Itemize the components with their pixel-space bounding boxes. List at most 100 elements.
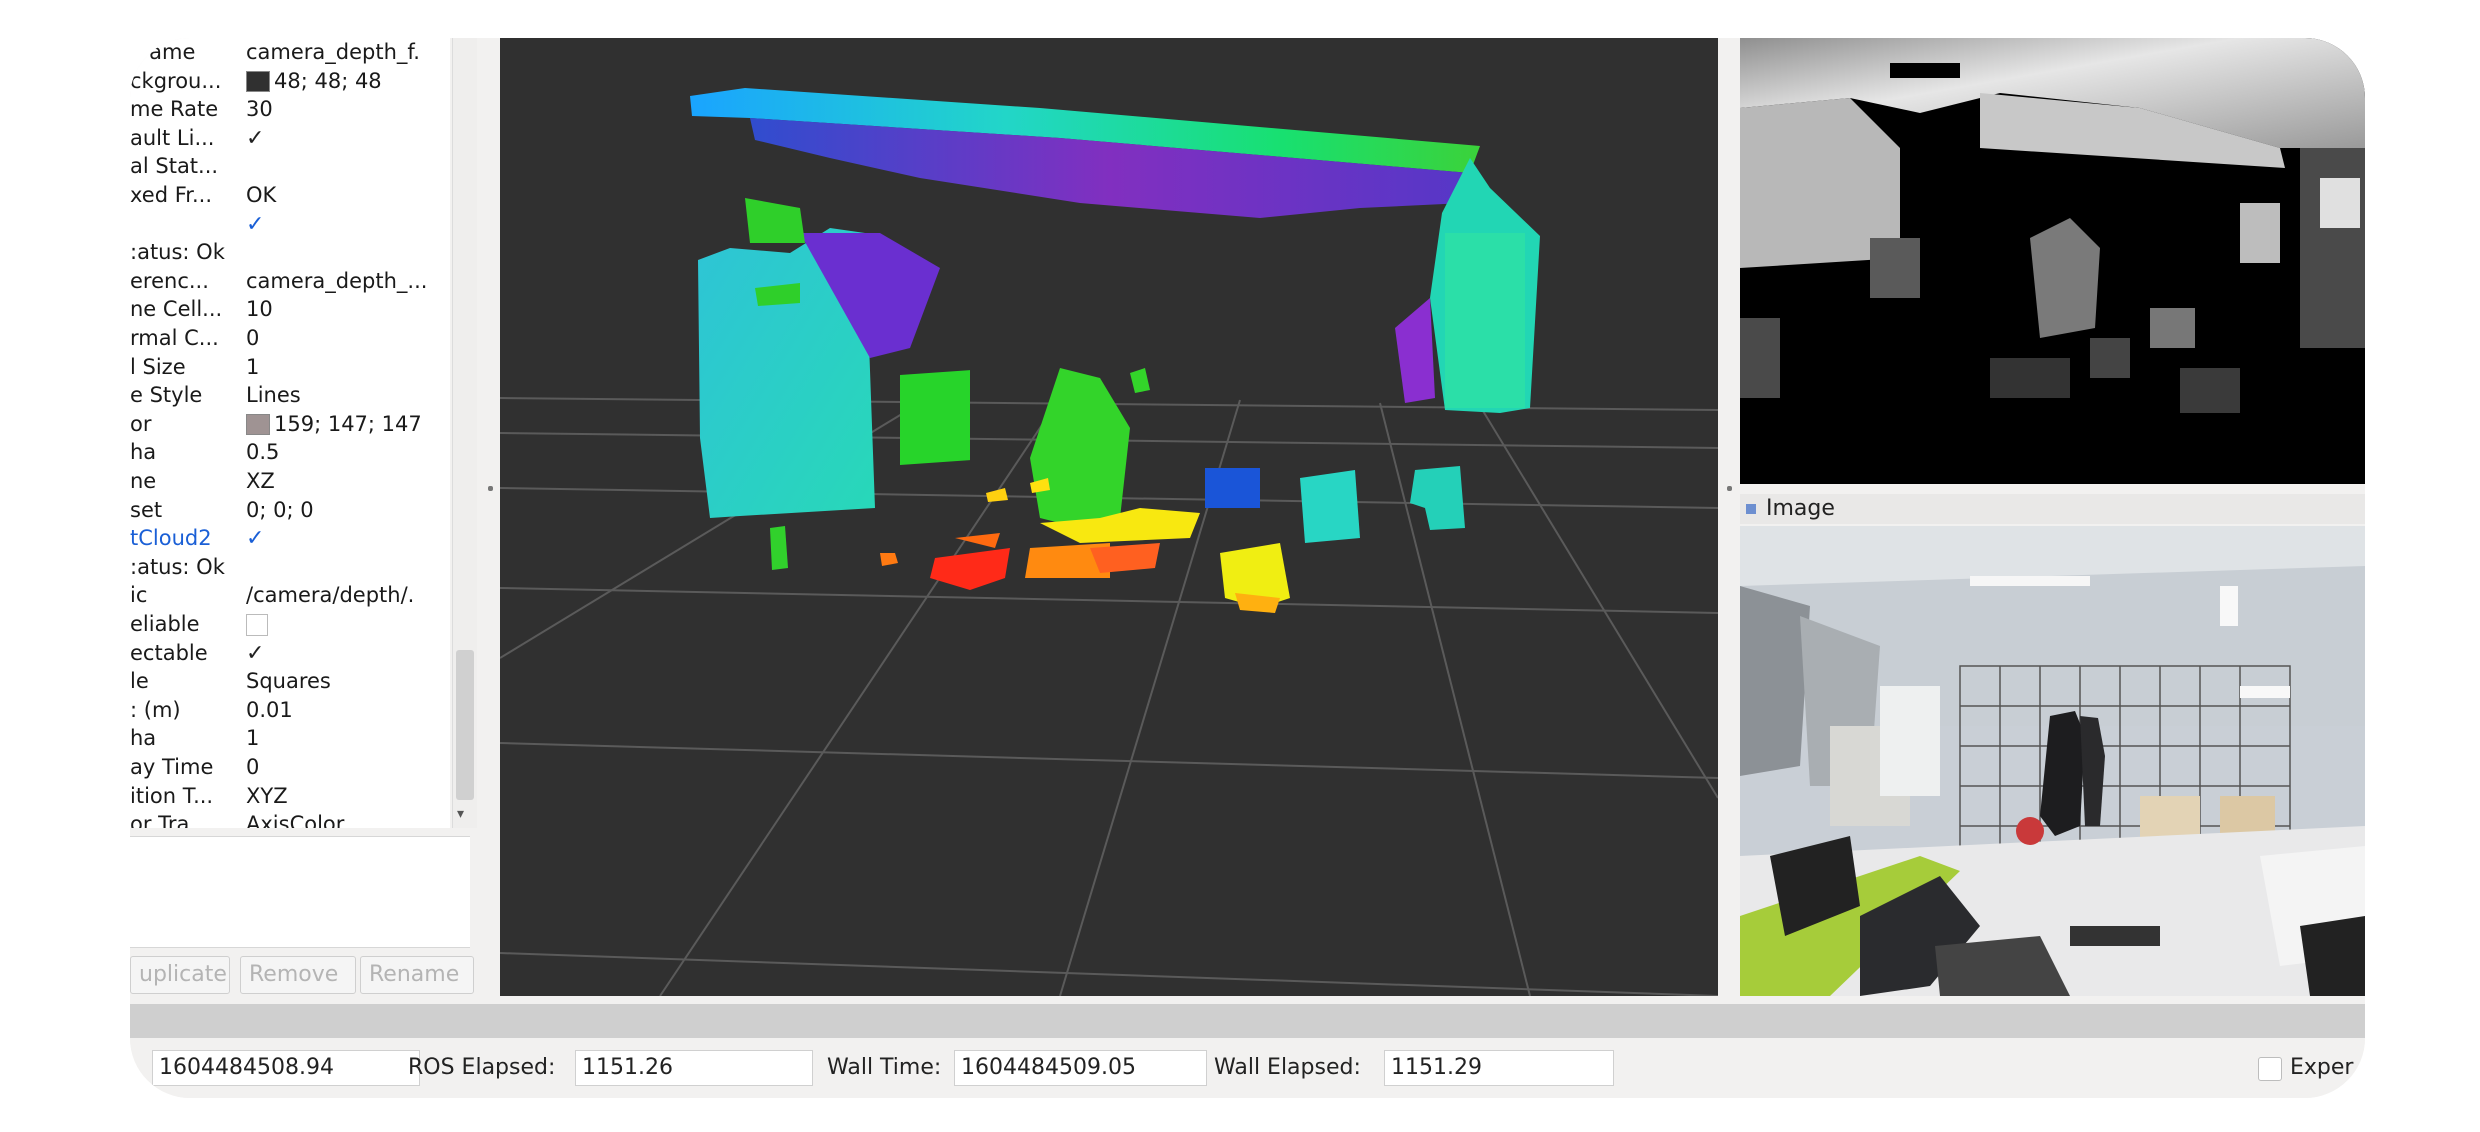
property-value[interactable]: ✓ (246, 210, 446, 238)
property-row[interactable]: ition T... XYZ (130, 782, 450, 810)
property-row[interactable]: le Squares (130, 667, 450, 695)
property-value-text: 0 (246, 326, 260, 350)
image-panel-title: Image (1766, 496, 1835, 521)
property-row[interactable]: rmal C... 0 (130, 324, 450, 352)
rgb-image-panel[interactable] (1740, 526, 2365, 996)
property-value[interactable]: ✓ (246, 124, 446, 152)
property-value[interactable]: 10 (246, 295, 446, 323)
property-key: ay Time (130, 755, 214, 779)
property-key: tCloud2 (130, 526, 212, 551)
property-value[interactable]: Squares (246, 667, 446, 695)
property-value[interactable]: XYZ (246, 782, 446, 810)
property-value[interactable]: camera_depth_... (246, 267, 446, 295)
property-row[interactable]: : (m) 0.01 (130, 696, 450, 724)
property-row[interactable]: ckgrou... 48; 48; 48 (130, 67, 450, 95)
color-swatch[interactable] (246, 414, 270, 436)
property-row[interactable]: ectable ✓ (130, 639, 450, 667)
property-row[interactable]: ne Cell... 10 (130, 295, 450, 323)
scroll-down-arrow-icon[interactable]: ▾ (457, 806, 464, 822)
property-key: ha (130, 726, 157, 751)
property-row[interactable]: ay Time 0 (130, 753, 450, 781)
property-value[interactable]: ✓ (246, 524, 446, 552)
property-value[interactable]: Lines (246, 381, 446, 409)
property-row[interactable]: ne XZ (130, 467, 450, 495)
property-key: ectable (130, 640, 208, 665)
property-row[interactable]: me Rate 30 (130, 95, 450, 123)
checkmark-icon[interactable]: ✓ (246, 213, 268, 236)
property-row[interactable]: l Size 1 (130, 353, 450, 381)
property-value[interactable]: 0; 0; 0 (246, 496, 446, 524)
property-row[interactable]: Frame camera_depth_f. (130, 38, 450, 66)
property-value[interactable]: OK (246, 181, 446, 209)
property-row[interactable]: erenc... camera_depth_... (130, 267, 450, 295)
property-row[interactable]: :atus: Ok (130, 238, 450, 266)
3d-viewport[interactable] (500, 38, 1718, 996)
property-value-text: AxisColor (246, 812, 345, 828)
property-value[interactable]: ✓ (246, 639, 446, 667)
properties-scrollbar[interactable]: ▾ (452, 38, 477, 828)
property-key: al Stat... (130, 154, 219, 179)
property-value[interactable]: /camera/depth/. (246, 581, 446, 609)
property-row[interactable]: or Tra AxisColor (130, 810, 450, 828)
property-key: ckgrou... (130, 68, 222, 93)
horizontal-scrollbar[interactable] (130, 1004, 2365, 1038)
property-description-box (130, 836, 470, 948)
property-key: or Tra (130, 812, 190, 828)
property-value[interactable] (246, 610, 446, 638)
property-value[interactable]: 0 (246, 324, 446, 352)
property-value[interactable]: 48; 48; 48 (246, 67, 446, 95)
property-row[interactable]: ic/camera/depth/. (130, 581, 450, 609)
empty-checkbox[interactable] (246, 614, 268, 636)
property-row[interactable]: or 159; 147; 147 (130, 410, 450, 438)
property-value[interactable]: camera_depth_f. (246, 38, 446, 66)
property-value[interactable]: 30 (246, 95, 446, 123)
property-key: :atus: Ok (130, 554, 225, 579)
property-row[interactable]: tCloud2 ✓ (130, 524, 450, 552)
scrollbar-thumb[interactable] (456, 650, 474, 800)
property-key: e Style (130, 383, 203, 408)
property-value[interactable]: 1 (246, 724, 446, 752)
property-row[interactable]: xed Fr... OK (130, 181, 450, 209)
property-value[interactable]: XZ (246, 467, 446, 495)
depth-image-panel[interactable] (1740, 38, 2365, 484)
property-value[interactable]: 0.01 (246, 696, 446, 724)
property-value[interactable]: 0 (246, 753, 446, 781)
property-value[interactable]: 0.5 (246, 438, 446, 466)
property-value-text: 1 (246, 726, 260, 751)
property-row[interactable]: set 0; 0; 0 (130, 496, 450, 524)
checkmark-icon[interactable]: ✓ (246, 642, 268, 665)
property-row[interactable]: :atus: Ok (130, 553, 450, 581)
experimental-checkbox[interactable] (2258, 1057, 2282, 1081)
property-value[interactable]: 159; 147; 147 (246, 410, 446, 438)
property-row[interactable]: ha 1 (130, 724, 450, 752)
property-row[interactable]: eliable (130, 610, 450, 638)
property-row[interactable]: ✓ (130, 210, 450, 238)
ros-elapsed-field[interactable]: 1151.26 (575, 1050, 813, 1086)
wall-elapsed-field[interactable]: 1151.29 (1384, 1050, 1614, 1086)
remove-button[interactable]: Remove (240, 956, 356, 994)
color-swatch[interactable] (246, 71, 270, 93)
property-value-text: /camera/depth/. (246, 583, 415, 608)
point-cloud-render[interactable] (500, 38, 1718, 996)
property-key: :atus: Ok (130, 240, 225, 265)
property-row[interactable]: ault Li... ✓ (130, 124, 450, 152)
checkmark-icon[interactable]: ✓ (246, 127, 268, 150)
splitter-handle-left[interactable] (488, 486, 493, 491)
property-row[interactable]: ha 0.5 (130, 438, 450, 466)
property-row[interactable]: al Stat... (130, 152, 450, 180)
depth-image (1740, 38, 2365, 484)
property-value-text: OK (246, 183, 277, 207)
splitter-handle-right[interactable] (1727, 486, 1732, 491)
duplicate-button[interactable]: uplicate (130, 956, 230, 994)
wall-time-field[interactable]: 1604484509.05 (954, 1050, 1207, 1086)
checkmark-icon[interactable]: ✓ (246, 528, 268, 550)
image-display-icon (1746, 504, 1756, 514)
property-value[interactable]: AxisColor (246, 810, 446, 828)
property-value[interactable]: 1 (246, 353, 446, 381)
rename-button[interactable]: Rename (360, 956, 474, 994)
rviz-window: Frame camera_depth_f. ckgrou... 48; 48; 48 m… (130, 38, 2365, 1098)
displays-properties-panel[interactable]: Frame camera_depth_f. ckgrou... 48; 48; 48 m… (130, 38, 450, 828)
property-key: l Size (130, 354, 186, 379)
property-row[interactable]: e Style Lines (130, 381, 450, 409)
ros-time-field[interactable]: 1604484508.94 (152, 1050, 420, 1086)
